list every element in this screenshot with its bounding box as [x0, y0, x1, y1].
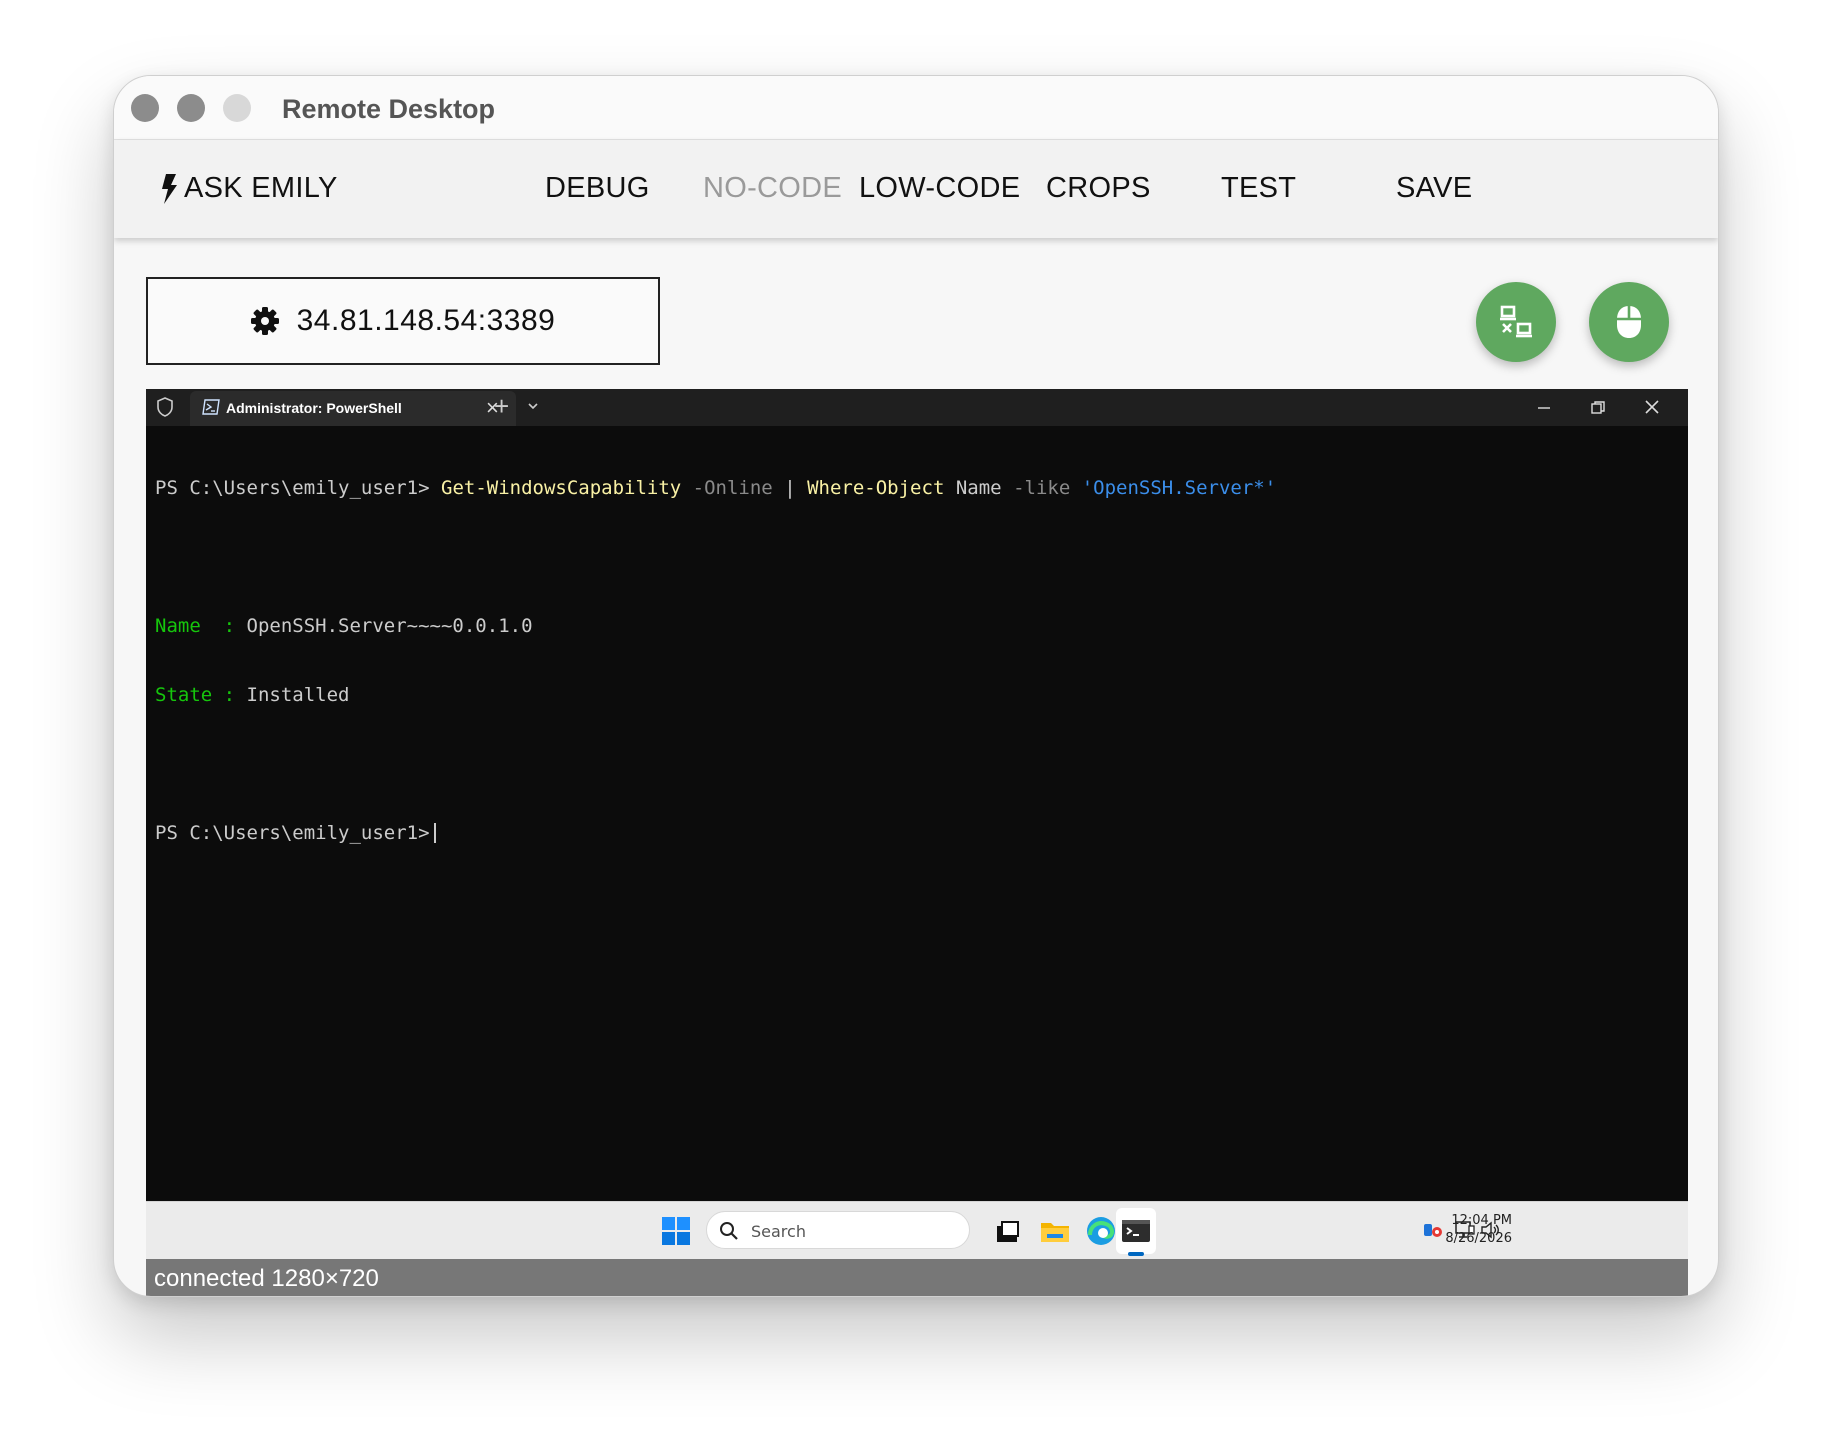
- toolbar: ASK EMILY DEBUG NO-CODE LOW-CODE CROPS T…: [114, 140, 1718, 238]
- close-icon[interactable]: [1644, 399, 1660, 415]
- terminal-tab-bar: Administrator: PowerShell × +: [146, 389, 1688, 426]
- pipe-token: |: [784, 477, 796, 499]
- window-title: Remote Desktop: [282, 94, 496, 124]
- windows-taskbar: Search 12:04 PM 8/26/2026: [146, 1201, 1688, 1259]
- terminal-tab-title: Administrator: PowerShell: [226, 400, 402, 416]
- mouse-icon: [1617, 306, 1641, 338]
- mouse-mode-button[interactable]: [1589, 282, 1669, 362]
- search-placeholder: Search: [751, 1222, 806, 1241]
- output-key: Name: [155, 615, 213, 637]
- terminal-app-icon[interactable]: [1119, 1214, 1153, 1248]
- ask-emily-button[interactable]: ASK EMILY: [160, 172, 338, 205]
- connection-status: connected 1280×720: [154, 1265, 379, 1292]
- terminal-tab[interactable]: Administrator: PowerShell ×: [190, 391, 516, 426]
- crops-button[interactable]: CROPS: [1046, 172, 1151, 205]
- ask-emily-label: ASK EMILY: [184, 172, 338, 204]
- debug-button[interactable]: DEBUG: [545, 172, 650, 205]
- minimize-icon[interactable]: [1536, 401, 1552, 415]
- prompt: PS C:\Users\emily_user1>: [155, 477, 430, 499]
- disconnect-button[interactable]: [1476, 282, 1556, 362]
- string-token: 'OpenSSH.Server*': [1081, 477, 1277, 499]
- test-button[interactable]: TEST: [1221, 172, 1296, 205]
- output-row: Name : OpenSSH.Server~~~~0.0.1.0: [155, 615, 533, 637]
- active-app-indicator: [1128, 1252, 1144, 1256]
- new-tab-icon[interactable]: +: [494, 391, 509, 422]
- restore-icon[interactable]: [1590, 400, 1606, 416]
- cmdlet-token: Get-WindowsCapability: [441, 477, 682, 499]
- argument-token: Name: [955, 477, 1002, 499]
- output-value: OpenSSH.Server~~~~0.0.1.0: [246, 615, 533, 637]
- text-cursor: [433, 823, 436, 843]
- prompt: PS C:\Users\emily_user1>: [155, 822, 430, 844]
- remote-desktop-window: Remote Desktop ASK EMILY DEBUG NO-CODE L…: [113, 75, 1719, 1297]
- powershell-icon: [202, 399, 220, 415]
- task-view-icon[interactable]: [990, 1214, 1024, 1248]
- search-icon: [720, 1222, 738, 1240]
- clock-time: 12:04 PM: [1451, 1213, 1512, 1228]
- connection-address-box[interactable]: 34.81.148.54:3389: [146, 277, 660, 365]
- output-value: Installed: [246, 684, 350, 706]
- windows-start-icon[interactable]: [662, 1217, 690, 1245]
- parameter-token: -Online: [692, 477, 773, 499]
- low-code-button[interactable]: LOW-CODE: [859, 172, 1020, 205]
- parameter-token: -like: [1013, 477, 1071, 499]
- network-disconnect-icon: [1500, 305, 1532, 338]
- taskbar-search[interactable]: Search: [706, 1211, 970, 1249]
- prompt-line: PS C:\Users\emily_user1>: [155, 822, 1678, 845]
- command-line: PS C:\Users\emily_user1> Get-WindowsCapa…: [155, 477, 1678, 500]
- close-window-button[interactable]: [131, 94, 159, 122]
- edge-browser-icon[interactable]: [1084, 1214, 1118, 1248]
- status-bar: connected 1280×720: [146, 1259, 1688, 1296]
- shield-icon: [157, 397, 173, 417]
- no-code-button[interactable]: NO-CODE: [703, 172, 842, 205]
- lightning-icon: [162, 173, 177, 204]
- cmdlet-token: Where-Object: [807, 477, 945, 499]
- remote-screen[interactable]: Administrator: PowerShell × + PS C:\User…: [146, 389, 1688, 1259]
- gear-icon: [250, 307, 279, 335]
- output-row: State : Installed: [155, 684, 350, 706]
- title-bar: Remote Desktop: [114, 76, 1718, 140]
- connection-address: 34.81.148.54:3389: [296, 304, 556, 337]
- chevron-down-icon[interactable]: [526, 399, 540, 413]
- terminal-output[interactable]: PS C:\Users\emily_user1> Get-WindowsCapa…: [155, 431, 1678, 891]
- taskbar-clock[interactable]: 12:04 PM 8/26/2026: [1432, 1212, 1512, 1248]
- zoom-window-button[interactable]: [223, 94, 251, 122]
- file-explorer-icon[interactable]: [1038, 1214, 1072, 1248]
- save-button[interactable]: SAVE: [1396, 172, 1472, 205]
- output-key: State: [155, 684, 213, 706]
- clock-date: 8/26/2026: [1445, 1231, 1512, 1246]
- minimize-window-button[interactable]: [177, 94, 205, 122]
